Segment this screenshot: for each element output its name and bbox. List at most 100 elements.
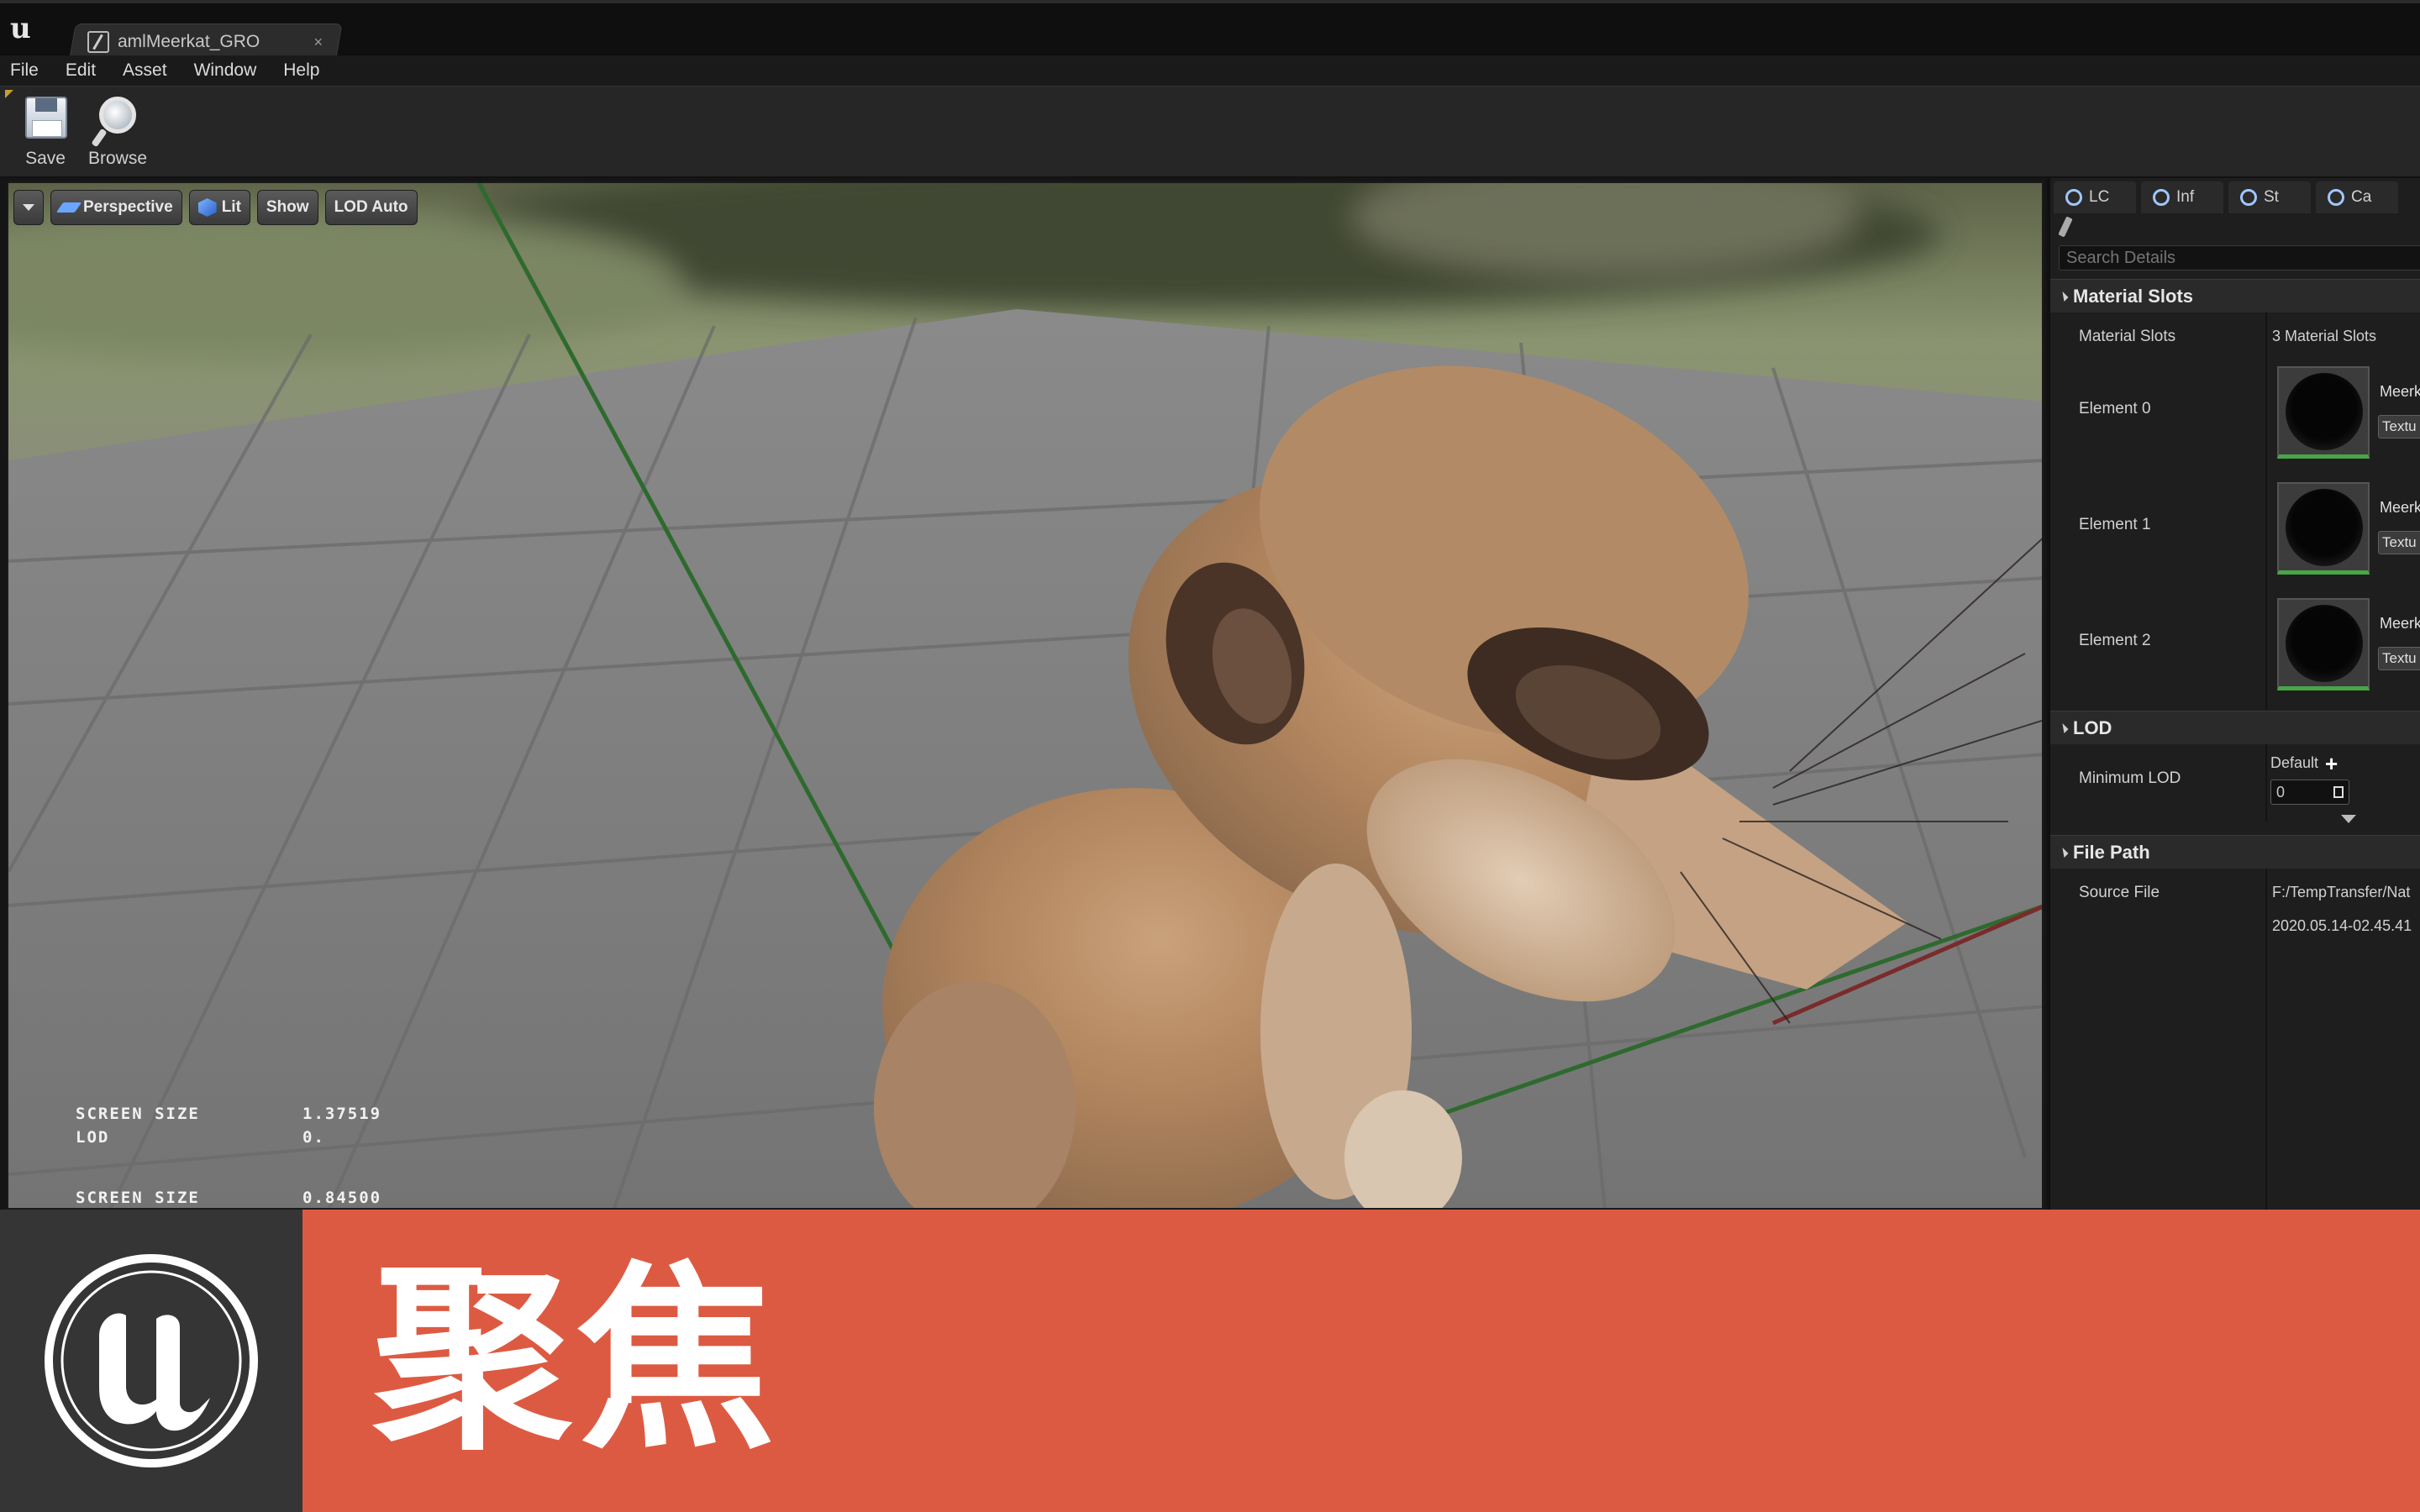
title-bar: u amlMeerkat_GRO × [0,0,2420,59]
viewport-options-dropdown[interactable] [13,190,44,225]
material-name: Meerk [2380,383,2420,400]
unreal-engine-logo-icon [45,1254,258,1467]
menu-file[interactable]: File [10,60,39,81]
pin-icon[interactable] [2058,216,2073,238]
perspective-icon [55,202,82,213]
source-file-label: Source File [2079,884,2160,901]
search-icon [2328,189,2344,206]
menu-edit[interactable]: Edit [66,60,96,81]
material-combo[interactable]: Textu [2378,415,2420,438]
stat-row: SCREEN SIZE 0.84500 [76,1186,382,1208]
search-details-input[interactable] [2059,245,2420,270]
show-label: Show [266,198,309,216]
lit-cube-icon [197,198,217,217]
perspective-button[interactable]: Perspective [50,190,182,225]
category-file-path[interactable]: File Path [2050,835,2420,869]
tab-label: Ca [2351,188,2372,206]
material-sphere-icon [2286,605,2363,682]
lod-default-label: Default [2270,754,2319,771]
material-thumbnail[interactable] [2277,366,2370,459]
add-icon[interactable]: + [2325,753,2338,774]
browse-label: Browse [87,149,148,168]
banner-title: 聚焦 [373,1245,781,1476]
viewport[interactable]: Perspective Lit Show LOD Auto SCREEN SIZ… [7,181,2044,1210]
column-divider[interactable] [2265,312,2267,721]
stat-value: 1.37519 [302,1105,382,1123]
lod-auto-button[interactable]: LOD Auto [324,190,418,225]
chevron-down-icon [23,204,34,211]
source-file-timestamp: 2020.05.14-02.45.41 [2272,917,2412,934]
collapse-arrow-icon [2058,291,2069,302]
menu-bar: File Edit Asset Window Help [0,55,2420,86]
column-divider[interactable] [2265,744,2267,822]
material-name: Meerk [2380,615,2420,632]
stat-value: 0. [302,1128,325,1147]
viewport-stats-overlay: SCREEN SIZE 1.37519 LOD 0. SCREEN SIZE 0… [76,1102,382,1208]
expand-arrow-icon[interactable] [2341,815,2356,823]
search-icon [2153,189,2170,206]
lit-button[interactable]: Lit [188,190,250,225]
tab-label: St [2264,188,2279,206]
category-lod[interactable]: LOD [2050,711,2420,744]
document-tab[interactable]: amlMeerkat_GRO × [82,25,334,59]
viewport-toolbar: Perspective Lit Show LOD Auto [13,190,418,225]
close-tab-icon[interactable]: × [313,34,323,51]
lit-label: Lit [221,198,241,216]
material-thumbnail[interactable] [2277,598,2370,690]
lod-default-row: Default + [2270,753,2338,774]
source-file-path: F:/TempTransfer/Nat [2272,884,2411,900]
browse-magnifier-icon [99,97,136,134]
stat-row: SCREEN SIZE 1.37519 [76,1102,381,1126]
material-slots-count: 3 Material Slots [2272,328,2377,344]
element-2-label: Element 2 [2079,632,2151,649]
magnifier-handle [91,128,108,148]
material-sphere-icon [2286,489,2363,566]
stat-row: LOD 0. [76,1126,381,1149]
toolbar: Save Browse [0,86,2420,178]
details-tab-strip: LC Inf St Ca [2050,181,2420,215]
unreal-logo-icon[interactable]: u [10,12,44,45]
collapse-arrow-icon [2058,722,2069,733]
document-tab-label: amlMeerkat_GRO [118,32,260,51]
banner-logo-box [0,1210,302,1512]
tab-cache[interactable]: Ca [2316,181,2398,213]
menu-help[interactable]: Help [283,60,319,81]
details-panel: LC Inf St Ca Material Slots Material Slo… [2047,178,2420,1210]
category-title: Material Slots [2073,285,2194,307]
material-name: Meerk [2380,499,2420,516]
tab-label: LC [2089,188,2110,206]
browse-button[interactable]: Browse [84,93,151,174]
tab-info[interactable]: Inf [2141,181,2223,213]
skeletal-mesh-icon [87,31,109,53]
material-sphere-icon [2286,373,2363,450]
element-1-label: Element 1 [2079,516,2151,533]
stat-key: LOD [76,1128,110,1147]
save-button[interactable]: Save [12,93,79,174]
tab-stats[interactable]: St [2228,181,2311,213]
search-icon [2065,189,2082,206]
stat-value: 0.84500 [302,1189,382,1207]
spotlight-banner: 聚焦 [0,1210,2420,1512]
viewport-scene [8,183,2042,1208]
element-0-label: Element 0 [2079,400,2151,417]
category-title: File Path [2073,841,2150,863]
category-material-slots[interactable]: Material Slots [2050,279,2420,312]
save-icon [25,97,67,139]
menu-window[interactable]: Window [194,60,257,81]
minimum-lod-label: Minimum LOD [2079,769,2181,787]
material-combo[interactable]: Textu [2378,647,2420,670]
save-label: Save [25,149,66,168]
lod-value: 0 [2276,784,2286,801]
material-thumbnail[interactable] [2277,482,2370,575]
show-button[interactable]: Show [256,190,318,225]
spin-arrows-icon [2333,786,2344,798]
tab-lod[interactable]: LC [2054,181,2136,213]
stat-key: SCREEN SIZE [76,1105,200,1123]
tab-label: Inf [2176,188,2195,206]
column-divider[interactable] [2265,869,2267,1210]
collapse-arrow-icon [2058,847,2069,858]
lod-auto-label: LOD Auto [334,198,408,216]
minimum-lod-spinbox[interactable]: 0 [2270,780,2349,805]
menu-asset[interactable]: Asset [123,60,167,81]
material-combo[interactable]: Textu [2378,531,2420,554]
